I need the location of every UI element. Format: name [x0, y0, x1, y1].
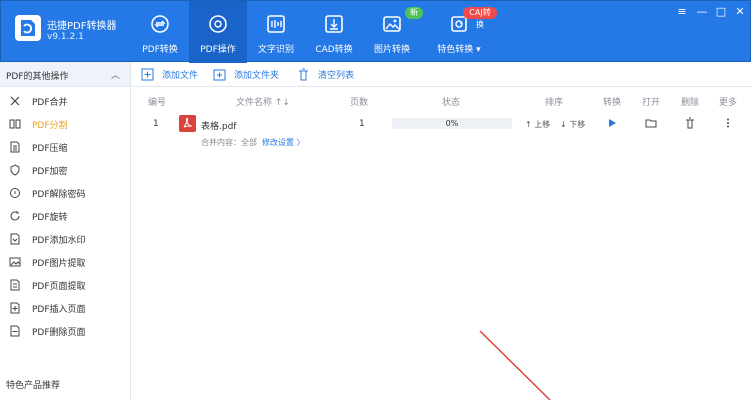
annotation-line	[479, 330, 551, 400]
